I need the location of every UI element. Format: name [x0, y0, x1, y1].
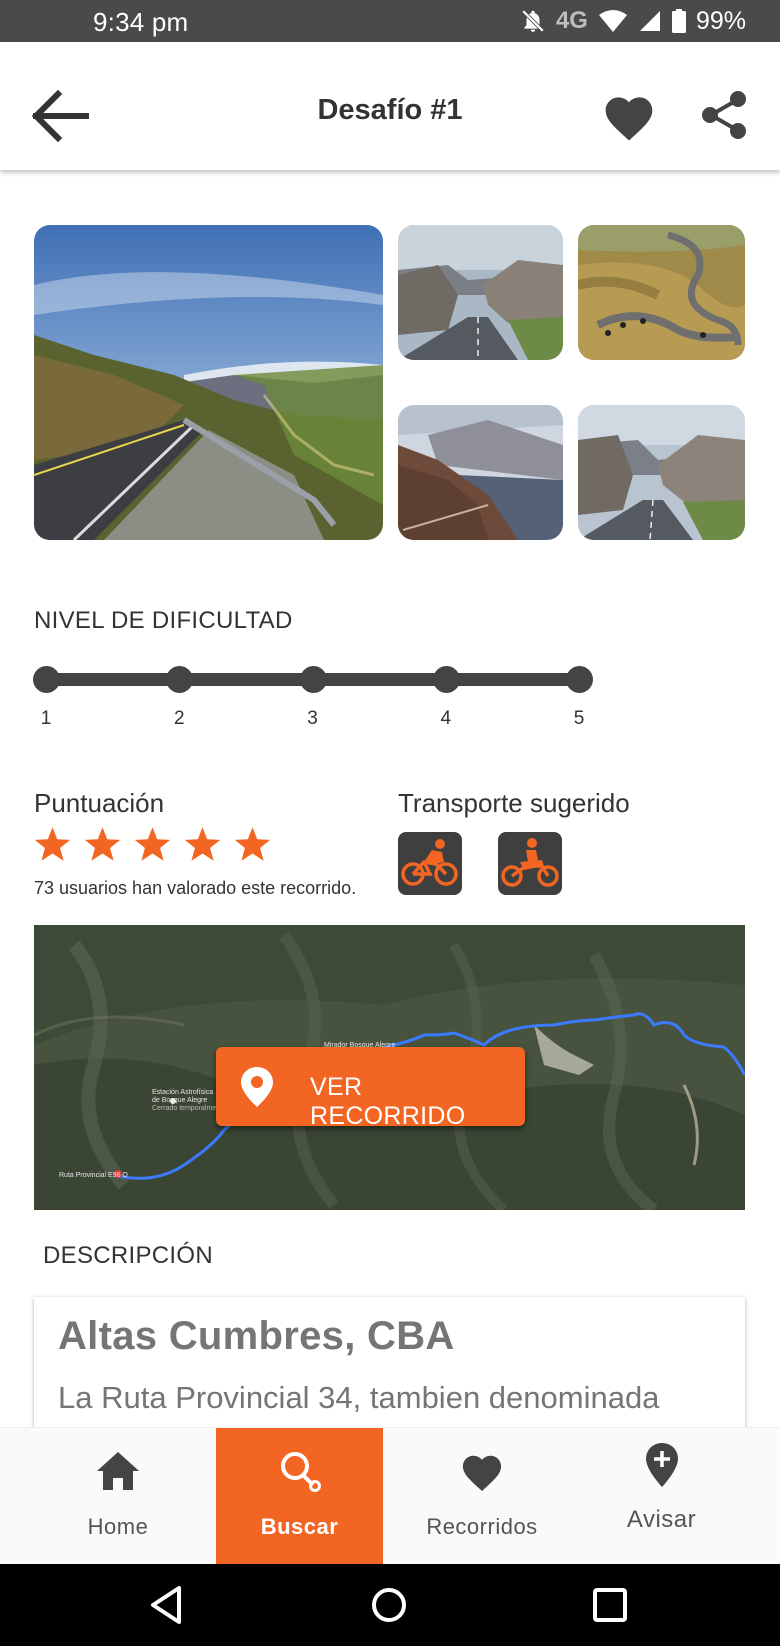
photo-main[interactable] [34, 225, 383, 540]
view-route-button[interactable]: VER RECORRIDO [216, 1047, 525, 1130]
bottom-navigation: Home Buscar Recorridos Avisar [0, 1427, 780, 1565]
description-title: Altas Cumbres, CBA [58, 1314, 455, 1358]
system-back-icon[interactable] [145, 1582, 191, 1628]
photo-thumb[interactable] [578, 405, 745, 540]
difficulty-label: NIVEL DE DIFICULTAD [34, 607, 293, 634]
transport-label: Transporte sugerido [398, 788, 630, 818]
difficulty-level-4[interactable] [432, 666, 460, 693]
view-route-label: VER RECORRIDO [310, 1073, 466, 1130]
rating-count-note: 73 usuarios han valorado este recorrido. [34, 878, 357, 898]
difficulty-level-label: 3 [307, 708, 318, 729]
nav-label-routes: Recorridos [426, 1514, 538, 1539]
transport-bicycle-button[interactable] [398, 832, 462, 895]
wifi-icon [598, 10, 627, 32]
transport-motorcycle-button[interactable] [498, 832, 562, 895]
difficulty-level-label: 2 [173, 708, 185, 729]
star-icon [134, 827, 171, 861]
favorite-button[interactable] [601, 90, 657, 142]
photo-thumb[interactable] [398, 225, 563, 360]
nav-label-report: Avisar [626, 1506, 697, 1533]
app-screen: 9:34 pm 4G 99% Desafío #1 NIVEL DE DIFIC… [0, 0, 780, 1646]
star-icon [34, 827, 71, 861]
rating-label: Puntuación [34, 788, 165, 818]
share-button[interactable] [700, 90, 750, 140]
difficulty-level-label: 1 [40, 708, 52, 729]
battery-percent: 99% [695, 6, 746, 35]
system-recents-icon[interactable] [587, 1582, 633, 1628]
nav-item-routes[interactable]: Recorridos [400, 1428, 564, 1565]
difficulty-level-3[interactable] [299, 666, 327, 693]
status-time: 9:34 pm [93, 7, 189, 37]
page-title: Desafío #1 [317, 94, 463, 126]
status-icons: 4G 99% [520, 5, 746, 37]
nav-item-home[interactable]: Home [37, 1428, 199, 1565]
photo-thumb[interactable] [398, 405, 563, 540]
heart-icon [605, 97, 653, 141]
difficulty-level-label: 4 [440, 708, 452, 729]
difficulty-level-2[interactable] [166, 666, 194, 693]
system-navigation-bar [0, 1564, 780, 1646]
star-icon [184, 827, 221, 861]
photo-thumb[interactable] [578, 225, 745, 360]
home-icon [97, 1452, 139, 1490]
nav-label-search: Buscar [260, 1514, 339, 1539]
location-pin-icon [241, 1067, 273, 1107]
rating-stars [33, 826, 272, 863]
description-body: La Ruta Provincial 34, tambien denominad… [58, 1380, 660, 1415]
nav-item-search[interactable]: Buscar [216, 1428, 383, 1565]
bicycle-icon [401, 839, 458, 886]
bell-off-icon [521, 9, 545, 33]
share-icon [702, 91, 746, 139]
heart-icon [462, 1455, 502, 1492]
search-icon [280, 1452, 321, 1492]
star-icon [234, 827, 271, 861]
app-bar: Desafío #1 [0, 42, 780, 170]
add-location-icon [645, 1443, 678, 1487]
battery-icon [671, 9, 686, 33]
difficulty-level-1[interactable] [33, 666, 60, 693]
motorcycle-icon [501, 838, 559, 887]
signal-icon [639, 11, 660, 31]
star-icon [84, 827, 121, 861]
nav-item-report[interactable]: Avisar [580, 1428, 743, 1565]
map-observatory-label: Estación Astrofísica de Bosque Alegre Ce… [152, 1089, 226, 1112]
status-bar: 9:34 pm 4G 99% [0, 0, 780, 42]
difficulty-level-5[interactable] [566, 666, 593, 693]
system-home-icon[interactable] [366, 1582, 412, 1628]
nav-label-home: Home [87, 1514, 149, 1539]
difficulty-level-label: 5 [573, 708, 585, 729]
description-label: DESCRIPCIÓN [43, 1242, 213, 1269]
network-type: 4G [555, 7, 588, 34]
map-route-start-label: Ruta Provincial E96 O [59, 1172, 128, 1179]
